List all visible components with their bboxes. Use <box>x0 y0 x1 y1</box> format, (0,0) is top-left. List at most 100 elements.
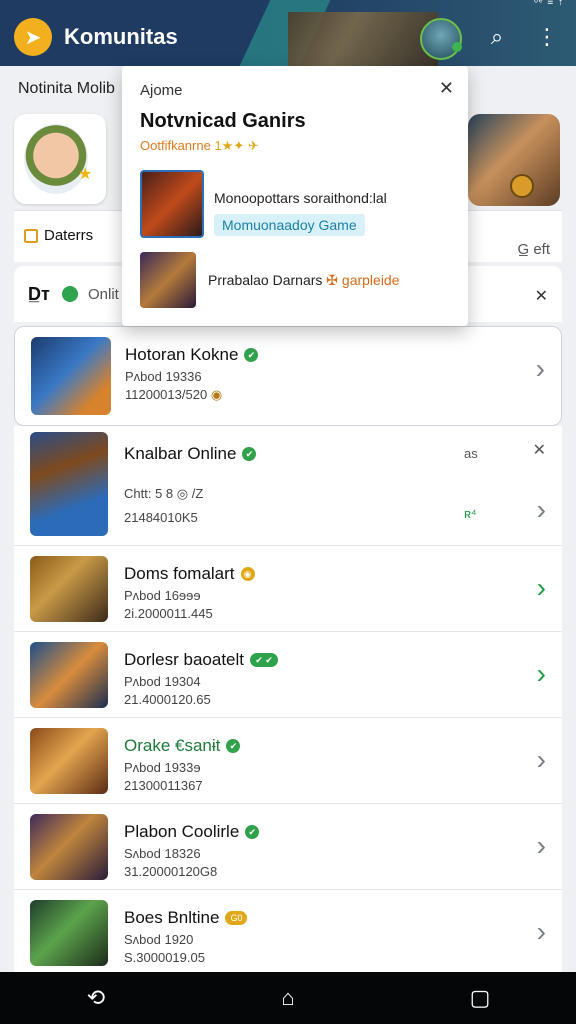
verified-badge-icon: ✔ <box>244 348 259 362</box>
game-thumbnail <box>30 556 108 622</box>
game-stats: 31.20000120G8 <box>124 864 218 879</box>
game-name-wrap: Hotoran Kokne ✔ <box>125 345 259 365</box>
row-fragment: as <box>464 446 478 461</box>
list-item[interactable]: Hotoran Kokne ✔ Pʌbod 19336 11200013/520… <box>14 326 562 426</box>
calendar-icon <box>24 228 38 243</box>
game-thumbnail <box>30 814 108 880</box>
game-stats: 21484010K5 <box>124 510 198 525</box>
game-thumbnail <box>31 337 111 415</box>
story-card-right[interactable] <box>468 114 560 206</box>
game-stats: 21.4000120.65 <box>124 692 211 707</box>
chevron-right-icon[interactable]: › <box>536 353 545 385</box>
game-name: Hotoran Kokne <box>125 345 239 364</box>
game-name: Knalbar Online <box>124 444 237 463</box>
gold-badge-icon: ◉ <box>240 567 255 581</box>
game-name-wrap: Knalbar Online ✔ <box>124 444 257 464</box>
game-stats: S.3000019.05 <box>124 950 205 965</box>
popup-game-thumbnail[interactable] <box>140 170 204 238</box>
game-name-wrap: Plabon Coolirle ✔ <box>124 822 260 842</box>
game-list: Hotoran Kokne ✔ Pʌbod 19336 11200013/520… <box>14 326 562 976</box>
popup-label: Ajome <box>140 82 183 99</box>
chevron-right-icon[interactable]: › <box>537 658 546 690</box>
game-thumbnail <box>30 432 108 536</box>
game-meta: Pʌbod 1933ɘ <box>124 760 201 775</box>
tab-get[interactable]: G̲ eft <box>517 241 550 258</box>
popup-title: Notvnicad Ganirs <box>140 110 306 132</box>
game-meta: Pʌbod 16ɘɘɘ <box>124 588 201 603</box>
game-name-wrap: Doms fomalart ◉ <box>124 564 255 584</box>
game-meta: Pʌbod 19336 <box>125 369 202 384</box>
kebab-menu-icon[interactable]: ⋮ <box>534 24 560 50</box>
game-name-wrap: Orake €sanɨt ✔ <box>124 736 241 756</box>
row-fragment-2: ʀ⁴ <box>464 506 477 521</box>
game-name: Plabon Coolirle <box>124 822 240 841</box>
game-thumbnail <box>30 642 108 708</box>
screen: ➤ Komunitas ⌕ ⋮ ᵒᵉ ≡ ↑ Notinita Molib ★ … <box>0 0 576 1024</box>
verified-badge-icon: ✔ ✔ <box>250 653 279 667</box>
verified-badge-icon: ✔ <box>226 739 241 753</box>
popup-item-text: Prrabalao Darnars <box>208 272 323 288</box>
list-item[interactable]: Boes Bnltine G0 Sʌbod 1920 S.3000019.05 … <box>14 890 562 976</box>
game-stats: 11200013/520 ◉ <box>125 387 222 403</box>
tab-daters[interactable]: Daterrs <box>24 227 93 244</box>
popup-subtitle: Ootfifkanrne 1★✦ ✈ <box>140 138 259 154</box>
game-name-wrap: Boes Bnltine G0 <box>124 908 248 928</box>
status-icons: ᵒᵉ ≡ ↑ <box>534 0 564 8</box>
profile-avatar[interactable] <box>420 18 462 60</box>
game-meta: Sʌbod 18326 <box>124 846 201 861</box>
coin-icon: ◉ <box>210 387 223 402</box>
list-item[interactable]: Orake €sanɨt ✔ Pʌbod 1933ɘ 21300011367 › <box>14 718 562 804</box>
close-icon[interactable]: ✕ <box>533 440 546 460</box>
online-status-dot <box>452 42 462 52</box>
chevron-right-icon[interactable]: › <box>537 830 546 862</box>
filter-text[interactable]: Onlit <box>88 286 119 303</box>
game-stats: 2i.2000011.445 <box>124 606 213 621</box>
game-name: Doms fomalart <box>124 564 235 583</box>
popup-item-accent: ✠ garpleide <box>326 272 400 288</box>
list-item[interactable]: Doms fomalart ◉ Pʌbod 16ɘɘɘ 2i.2000011.4… <box>14 546 562 632</box>
popup-game-chip[interactable]: Momuonaadoy Game <box>214 214 365 236</box>
star-icon: ★ <box>78 166 93 183</box>
game-thumbnail <box>30 900 108 966</box>
game-name-wrap: Dorlesr baoatelt ✔ ✔ <box>124 650 279 670</box>
chevron-right-icon[interactable]: › <box>537 916 546 948</box>
game-name: Dorlesr baoatelt <box>124 650 245 669</box>
search-icon[interactable]: ⌕ <box>484 24 510 50</box>
chevron-right-icon[interactable]: › <box>537 744 546 776</box>
game-stats: 21300011367 <box>124 778 203 793</box>
level-badge: G0 <box>225 911 248 925</box>
game-stats-text: 11200013/520 <box>125 387 208 402</box>
verified-badge-icon: ✔ <box>242 447 257 461</box>
close-icon[interactable]: ✕ <box>535 286 548 306</box>
popup-item-description: Monoopottars soraithond:lal <box>214 190 387 206</box>
system-navigation-bar: ⟲ ⌂ ▢ <box>0 972 576 1024</box>
list-item[interactable]: Plabon Coolirle ✔ Sʌbod 18326 31.2000012… <box>14 804 562 890</box>
recents-icon[interactable]: ▢ <box>450 985 510 1011</box>
back-icon[interactable]: ⟲ <box>66 985 126 1011</box>
game-meta: Chtt: 5 8 ◎ /Z <box>124 486 204 501</box>
popup-game-thumbnail-2[interactable] <box>140 252 196 308</box>
game-meta: Sʌbod 1920 <box>124 932 194 947</box>
header-banner-image <box>288 12 438 66</box>
tab-label: Daterrs <box>44 227 94 244</box>
chevron-right-icon[interactable]: › <box>537 572 546 604</box>
game-name: Boes Bnltine <box>124 908 220 927</box>
filter-label: D̲ᴛ <box>28 284 50 304</box>
chevron-right-icon[interactable]: › <box>537 494 546 526</box>
game-meta: Pʌbod 19304 <box>124 674 201 689</box>
section-title: Notinita Molib <box>18 80 115 97</box>
coin-icon <box>510 174 534 198</box>
close-icon[interactable]: ✕ <box>439 78 454 99</box>
list-item[interactable]: Knalbar Online ✔ Chtt: 5 8 ◎ /Z 21484010… <box>14 426 562 546</box>
list-item[interactable]: Dorlesr baoatelt ✔ ✔ Pʌbod 19304 21.4000… <box>14 632 562 718</box>
home-icon[interactable]: ⌂ <box>258 985 318 1011</box>
story-card[interactable]: ★ <box>14 114 106 204</box>
paper-plane-icon[interactable]: ➤ <box>14 18 52 56</box>
game-name: Orake €sanɨt <box>124 736 221 755</box>
online-filter-icon[interactable] <box>62 286 78 302</box>
app-title: Komunitas <box>64 24 178 49</box>
popup-subtitle-text: Ootfifkanrne <box>140 138 211 153</box>
rating-stars-icon: 1★✦ ✈ <box>214 138 259 153</box>
notification-popup: Ajome ✕ Notvnicad Ganirs Ootfifkanrne 1★… <box>122 66 468 326</box>
game-thumbnail <box>30 728 108 794</box>
